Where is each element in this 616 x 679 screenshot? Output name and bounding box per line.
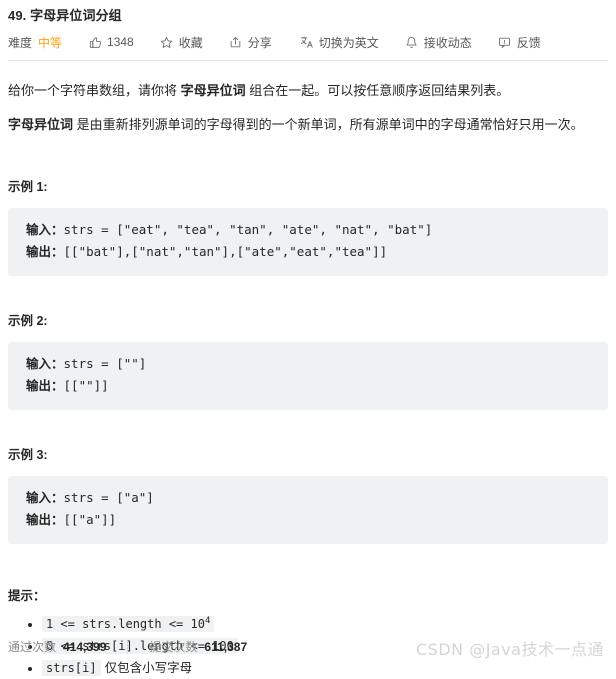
- output-value: [["a"]]: [63, 512, 117, 527]
- example-3-output-line: 输出：[["a"]]: [26, 509, 590, 531]
- example-3-input-line: 输入：strs = ["a"]: [26, 487, 590, 509]
- difficulty-value: 中等: [38, 35, 63, 50]
- translate-button[interactable]: 切换为英文: [300, 34, 379, 51]
- example-3-code-block: 输入：strs = ["a"] 输出：[["a"]]: [8, 476, 608, 544]
- example-2-input-line: 输入：strs = [""]: [26, 353, 590, 375]
- submitted-count-label: 提交次数: [149, 640, 198, 654]
- subscribe-button[interactable]: 接收动态: [405, 34, 472, 51]
- stats-divider: [127, 640, 129, 654]
- hint-code-text: 1 <= strs.length <= 10: [46, 617, 205, 631]
- input-value: strs = [""]: [63, 356, 147, 371]
- thumbs-up-icon: [88, 35, 102, 49]
- input-value: strs = ["a"]: [63, 490, 154, 505]
- share-icon: [229, 35, 243, 49]
- description-paragraph-2: 字母异位词 是由重新排列源单词的字母得到的一个新单词，所有源单词中的字母通常恰好…: [8, 114, 608, 136]
- example-2-code-block: 输入：strs = [""] 输出：[[""]]: [8, 342, 608, 410]
- share-button[interactable]: 分享: [229, 34, 272, 51]
- star-icon: [160, 35, 174, 49]
- hints-heading: 提示：: [8, 589, 46, 603]
- difficulty-badge: 难度 中等: [8, 34, 62, 51]
- input-label: 输入：: [26, 357, 64, 371]
- submitted-count-value: 611,387: [204, 640, 248, 654]
- feedback-label: 反馈: [516, 35, 541, 50]
- translate-icon: [300, 35, 314, 49]
- header-divider: [8, 60, 608, 61]
- favorite-button[interactable]: 收藏: [160, 34, 203, 51]
- hint-code-text: strs[i]: [46, 661, 97, 675]
- hint-code: 1 <= strs.length <= 104: [42, 616, 215, 632]
- subscribe-label: 接收动态: [423, 35, 472, 50]
- favorite-label: 收藏: [178, 35, 203, 50]
- input-value: strs = ["eat", "tea", "tan", "ate", "nat…: [63, 222, 433, 237]
- passed-count-value: 414,399: [63, 640, 107, 654]
- output-label: 输出：: [26, 245, 64, 259]
- desc-p2-part-b: 是由重新排列源单词的字母得到的一个新单词，所有源单词中的字母通常恰好只用一次。: [73, 117, 584, 132]
- feedback-icon: [498, 35, 512, 49]
- input-label: 输入：: [26, 491, 64, 505]
- example-2-output-line: 输出：[[""]]: [26, 375, 590, 397]
- desc-p1-emphasis: 字母异位词: [180, 83, 246, 98]
- hint-text: 仅包含小写字母: [104, 661, 193, 675]
- output-label: 输出：: [26, 513, 64, 527]
- feedback-button[interactable]: 反馈: [498, 34, 541, 51]
- desc-p2-emphasis: 字母异位词: [8, 117, 74, 132]
- list-item: strs[i] 仅包含小写字母: [28, 658, 608, 679]
- list-item: 1 <= strs.length <= 104: [28, 614, 608, 635]
- hint-code: strs[i]: [42, 660, 101, 676]
- watermark: CSDN @Java技术一点通: [415, 640, 604, 659]
- translate-label: 切换为英文: [318, 35, 379, 50]
- example-1-input-line: 输入：strs = ["eat", "tea", "tan", "ate", "…: [26, 219, 590, 241]
- title-row: 49. 字母异位词分组: [8, 0, 608, 25]
- example-3-heading: 示例 3:: [8, 448, 48, 462]
- input-label: 输入：: [26, 223, 64, 237]
- example-2-heading: 示例 2:: [8, 314, 48, 328]
- bell-icon: [405, 35, 419, 49]
- page-title: 49. 字母异位词分组: [8, 8, 122, 23]
- example-1-heading: 示例 1:: [8, 180, 48, 194]
- desc-p1-part-a: 给你一个字符串数组，请你将: [8, 83, 181, 98]
- like-count: 1348: [107, 35, 134, 49]
- output-label: 输出：: [26, 379, 64, 393]
- desc-p1-part-c: 组合在一起。可以按任意顺序返回结果列表。: [245, 83, 510, 98]
- like-button[interactable]: 1348: [88, 35, 134, 49]
- share-label: 分享: [247, 35, 272, 50]
- problem-description: 给你一个字符串数组，请你将 字母异位词 组合在一起。可以按任意顺序返回结果列表。…: [8, 80, 608, 136]
- passed-count-label: 通过次数: [8, 640, 57, 654]
- output-value: [[""]]: [63, 378, 109, 393]
- example-1-code-block: 输入：strs = ["eat", "tea", "tan", "ate", "…: [8, 208, 608, 276]
- description-paragraph-1: 给你一个字符串数组，请你将 字母异位词 组合在一起。可以按任意顺序返回结果列表。: [8, 80, 608, 102]
- problem-page: 49. 字母异位词分组 难度 中等 1348 收藏 分享 切换为英文 接收动态 …: [0, 0, 616, 679]
- stats-row: 通过次数 414,399 提交次数 611,387: [8, 638, 247, 656]
- output-value: [["bat"],["nat","tan"],["ate","eat","tea…: [63, 244, 388, 259]
- hint-superscript: 4: [204, 616, 211, 626]
- difficulty-label: 难度: [8, 35, 33, 50]
- example-1-output-line: 输出：[["bat"],["nat","tan"],["ate","eat","…: [26, 241, 590, 263]
- meta-toolbar: 难度 中等 1348 收藏 分享 切换为英文 接收动态 反馈: [8, 33, 608, 51]
